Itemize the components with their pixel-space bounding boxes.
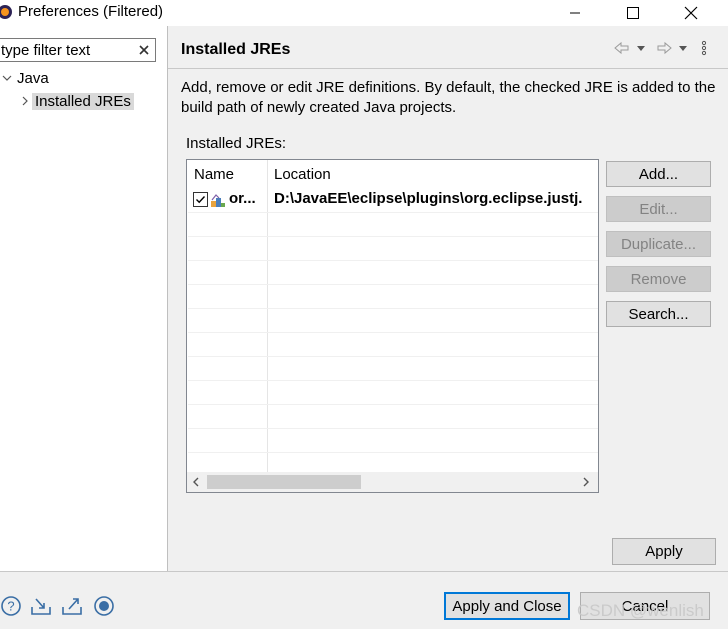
remove-button[interactable]: Remove (606, 266, 711, 292)
chevron-right-icon[interactable] (18, 94, 32, 108)
title-bar: Preferences (Filtered) (0, 0, 728, 26)
page-title: Installed JREs (181, 41, 291, 58)
clear-filter-icon[interactable] (137, 43, 151, 57)
table-row[interactable]: or... D:\JavaEE\eclipse\plugins\org.ecli… (187, 189, 598, 211)
chevron-down-icon[interactable] (0, 71, 14, 85)
chevron-down-icon[interactable] (678, 40, 688, 56)
scroll-right-icon[interactable] (581, 477, 591, 487)
grid-line (188, 380, 598, 381)
tree-item-label: Installed JREs (32, 93, 134, 110)
jre-name-cell: or... (229, 190, 256, 207)
grid-line (188, 260, 598, 261)
record-icon[interactable] (93, 595, 115, 617)
column-header-location[interactable]: Location (274, 166, 331, 183)
eclipse-icon (0, 5, 12, 19)
window-title: Preferences (Filtered) (18, 3, 164, 20)
jre-checkbox[interactable] (193, 192, 208, 207)
grid-line (188, 236, 598, 237)
tree-item-label: Java (17, 70, 49, 87)
jre-table: Name Location or... D:\JavaEE\eclipse\pl… (186, 159, 599, 493)
grid-line (188, 332, 598, 333)
page-header: Installed JREs (168, 26, 728, 69)
preference-tree-pane: Java Installed JREs (0, 26, 168, 571)
help-icon[interactable]: ? (0, 595, 22, 617)
grid-line (188, 356, 598, 357)
scrollbar-thumb[interactable] (207, 475, 361, 489)
tree-item-installed-jres[interactable]: Installed JREs (18, 91, 134, 113)
back-arrow-icon[interactable] (613, 40, 631, 56)
apply-button[interactable]: Apply (612, 538, 716, 565)
grid-line (188, 404, 598, 405)
tree-item-java[interactable]: Java (0, 68, 52, 90)
page-description: Add, remove or edit JRE definitions. By … (181, 79, 716, 116)
search-button[interactable]: Search... (606, 301, 711, 327)
add-button[interactable]: Add... (606, 161, 711, 187)
forward-arrow-icon[interactable] (655, 40, 673, 56)
checkmark-icon (196, 196, 206, 204)
minimize-icon (570, 12, 580, 14)
edit-button[interactable]: Edit... (606, 196, 711, 222)
grid-line (188, 284, 598, 285)
cancel-button[interactable]: Cancel (580, 592, 710, 620)
grid-line (188, 308, 598, 309)
close-button[interactable] (668, 0, 714, 26)
grid-line (188, 452, 598, 453)
svg-text:?: ? (7, 599, 14, 614)
filter-input[interactable] (0, 40, 131, 60)
export-icon[interactable] (61, 595, 83, 617)
apply-and-close-button[interactable]: Apply and Close (444, 592, 570, 620)
minimize-button[interactable] (552, 0, 598, 26)
installed-jres-label: Installed JREs: (186, 135, 287, 152)
scroll-left-icon[interactable] (191, 477, 201, 487)
import-icon[interactable] (30, 595, 52, 617)
close-icon (684, 6, 698, 20)
more-options-icon[interactable] (700, 40, 708, 56)
chevron-down-icon[interactable] (636, 40, 646, 56)
preference-page: Installed JREs Add, remove or edit JRE d… (168, 26, 728, 571)
column-header-name[interactable]: Name (194, 166, 234, 183)
duplicate-button[interactable]: Duplicate... (606, 231, 711, 257)
maximize-button[interactable] (610, 0, 656, 26)
maximize-icon (627, 7, 639, 19)
grid-line (188, 212, 598, 213)
filter-box (0, 38, 156, 62)
jre-icon (211, 194, 225, 207)
horizontal-scrollbar[interactable] (187, 472, 598, 492)
jre-location-cell: D:\JavaEE\eclipse\plugins\org.eclipse.ju… (274, 190, 583, 207)
grid-line (188, 428, 598, 429)
